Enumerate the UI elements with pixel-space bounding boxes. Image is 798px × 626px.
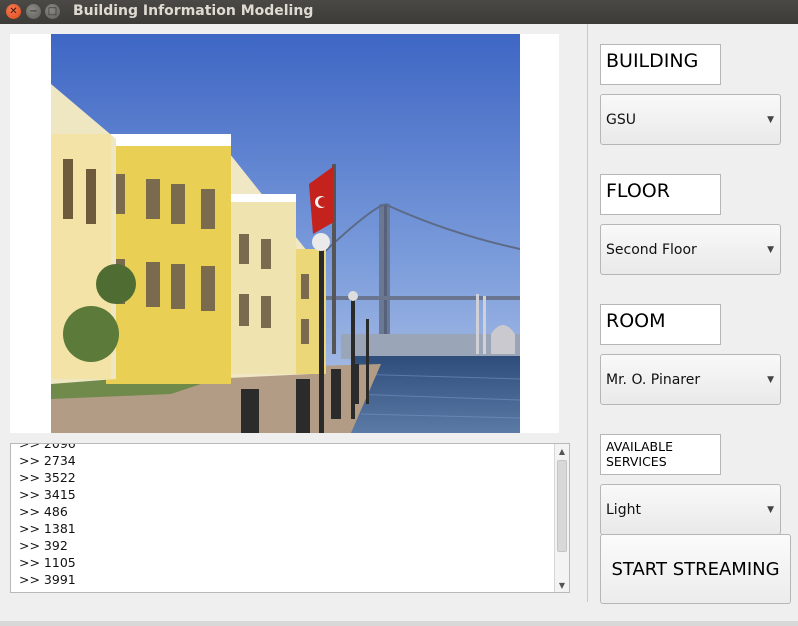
log-line: >> 2096	[19, 443, 76, 451]
floor-select[interactable]: Second Floor ▼	[600, 224, 781, 275]
chevron-down-icon: ▼	[767, 505, 774, 515]
building-photo	[51, 34, 520, 433]
services-label: AVAILABLE SERVICES	[600, 434, 721, 475]
chevron-down-icon: ▼	[767, 375, 774, 385]
window-title: Building Information Modeling	[73, 3, 314, 19]
log-line: >> 3522	[19, 470, 76, 485]
log-output[interactable]: >> 2096 >> 2734 >> 3522 >> 3415 >> 486 >…	[10, 443, 570, 593]
chevron-down-icon: ▼	[767, 115, 774, 125]
floor-select-value: Second Floor	[606, 241, 697, 258]
panel-divider	[587, 24, 588, 602]
log-line: >> 486	[19, 504, 68, 519]
log-line: >> 392	[19, 538, 68, 553]
building-label: BUILDING	[600, 44, 721, 85]
scroll-up-icon[interactable]: ▲	[555, 444, 569, 458]
log-line: >> 3415	[19, 487, 76, 502]
log-scrollbar[interactable]: ▲ ▼	[554, 444, 569, 592]
room-select-value: Mr. O. Pinarer	[606, 371, 701, 388]
scrollbar-thumb[interactable]	[557, 460, 567, 552]
maximize-icon[interactable]: □	[45, 4, 60, 19]
status-strip	[0, 621, 798, 626]
room-label: ROOM	[600, 304, 721, 345]
close-icon[interactable]: ✕	[6, 4, 21, 19]
building-select[interactable]: GSU ▼	[600, 94, 781, 145]
log-line: >> 3991	[19, 572, 76, 587]
log-lines: >> 2096 >> 2734 >> 3522 >> 3415 >> 486 >…	[19, 443, 549, 588]
start-streaming-button[interactable]: START STREAMING	[600, 534, 791, 604]
log-line: >> 1381	[19, 521, 76, 536]
room-select[interactable]: Mr. O. Pinarer ▼	[600, 354, 781, 405]
chevron-down-icon: ▼	[767, 245, 774, 255]
image-panel	[10, 34, 559, 433]
title-bar: ✕ − □ Building Information Modeling	[0, 0, 798, 24]
minimize-icon[interactable]: −	[26, 4, 41, 19]
services-select[interactable]: Light ▼	[600, 484, 781, 535]
services-select-value: Light	[606, 501, 641, 518]
building-select-value: GSU	[606, 111, 636, 128]
log-line: >> 2734	[19, 453, 76, 468]
log-line: >> 1105	[19, 555, 76, 570]
scroll-down-icon[interactable]: ▼	[555, 578, 569, 592]
floor-label: FLOOR	[600, 174, 721, 215]
